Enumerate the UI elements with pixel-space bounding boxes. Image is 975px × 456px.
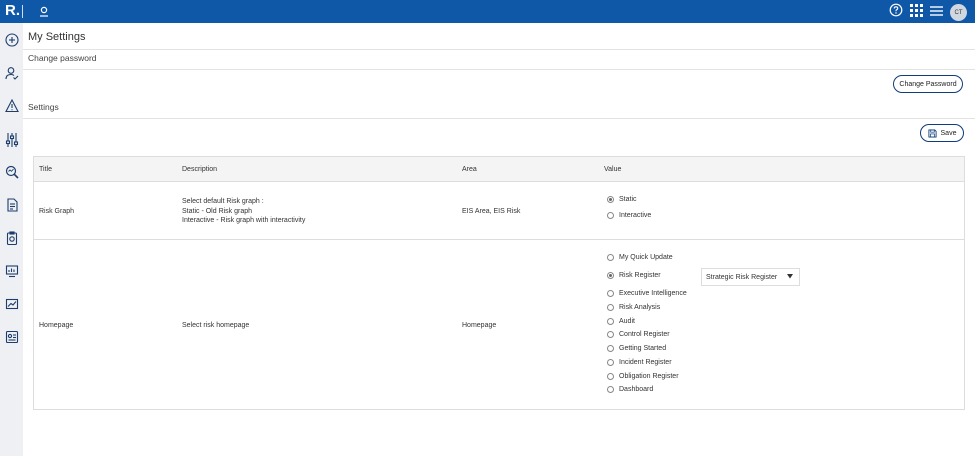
column-header-value: Value [604,166,622,173]
user-check-icon[interactable] [4,65,19,80]
id-card-icon[interactable] [4,329,19,344]
sidebar [0,23,23,456]
sliders-icon[interactable] [4,132,19,147]
radio-label: Incident Register [619,359,672,366]
radio-audit[interactable]: Audit [607,318,635,325]
settings-table: Title Description Area Value Risk Graph … [33,156,965,410]
help-icon[interactable] [889,3,903,22]
radio-button[interactable] [607,196,614,203]
radio-label: Risk Register [619,272,661,279]
change-password-heading: Change password [28,53,97,63]
user-icon[interactable] [39,5,49,23]
radio-interactive[interactable]: Interactive [607,212,651,219]
radio-label: Interactive [619,212,652,219]
description-line: Interactive - Risk graph with interactiv… [182,217,306,224]
row-description: Select risk homepage [182,322,250,329]
row-area: EIS Area, EIS Risk [462,208,521,215]
divider [23,49,975,50]
column-header-title: Title [39,166,52,173]
radio-button[interactable] [607,318,614,325]
radio-label: Obligation Register [619,373,679,380]
radio-getting-started[interactable]: Getting Started [607,345,666,352]
change-password-button[interactable]: Change Password [893,75,963,93]
menu-icon[interactable] [930,4,943,22]
radio-button[interactable] [607,345,614,352]
select-value: Strategic Risk Register [706,273,778,281]
table-row: Homepage Select risk homepage Homepage M… [34,240,964,410]
radio-obligation-register[interactable]: Obligation Register [607,373,679,380]
radio-label: Audit [619,318,635,325]
monitor-report-icon[interactable] [4,263,19,278]
chart-icon[interactable] [4,296,19,311]
save-icon [927,128,937,138]
row-title: Risk Graph [39,208,75,215]
main-content: My Settings Change password Change Passw… [23,23,975,456]
radio-button[interactable] [607,304,614,311]
table-row: Risk Graph Select default Risk graph : S… [34,183,964,239]
dropdown-arrow-icon [787,273,793,281]
radio-button[interactable] [607,290,614,297]
document-icon[interactable] [4,197,19,212]
row-area: Homepage [462,322,497,329]
radio-button[interactable] [607,212,614,219]
row-description: Select default Risk graph : Static - Old… [182,197,305,226]
save-label: Save [940,129,957,137]
avatar[interactable]: CT [950,4,967,21]
logo-divider [22,5,23,18]
radio-incident-register[interactable]: Incident Register [607,359,672,366]
search-analyze-icon[interactable] [4,164,19,179]
description-line: Select default Risk graph : [182,198,264,205]
radio-label: Getting Started [619,345,667,352]
radio-label: Executive Intelligence [619,290,687,297]
save-button[interactable]: Save [920,124,964,142]
radio-button[interactable] [607,331,614,338]
radio-button[interactable] [607,254,614,261]
add-icon[interactable] [4,32,19,47]
radio-button[interactable] [607,373,614,380]
radio-label: Control Register [619,331,670,338]
row-title: Homepage [39,322,74,329]
radio-my-quick-update[interactable]: My Quick Update [607,254,673,261]
divider [23,69,975,70]
radio-executive-intelligence[interactable]: Executive Intelligence [607,290,687,297]
divider [23,118,975,119]
top-bar: R. CT [0,0,975,23]
settings-heading: Settings [28,102,59,112]
description-line: Static - Old Risk graph [182,207,253,215]
radio-static[interactable]: Static [607,196,637,203]
clipboard-icon[interactable] [4,230,19,245]
radio-label: Static [619,196,637,203]
radio-label: Dashboard [619,386,654,393]
radio-label: My Quick Update [619,254,673,261]
apps-grid-icon[interactable] [910,3,923,22]
column-header-description: Description [182,166,218,173]
radio-risk-register[interactable]: Risk Register [607,272,661,279]
app-logo[interactable]: R. [5,2,20,19]
column-header-area: Area [462,166,477,173]
radio-risk-analysis[interactable]: Risk Analysis [607,304,660,311]
radio-control-register[interactable]: Control Register [607,331,670,338]
radio-button[interactable] [607,359,614,366]
radio-button[interactable] [607,272,614,279]
radio-label: Risk Analysis [619,304,661,311]
radio-button[interactable] [607,386,614,393]
page-title: My Settings [28,31,86,43]
radio-dashboard[interactable]: Dashboard [607,386,653,393]
warning-icon[interactable] [4,98,19,113]
table-header: Title Description Area Value [34,157,964,182]
register-select[interactable]: Strategic Risk Register [701,268,800,286]
